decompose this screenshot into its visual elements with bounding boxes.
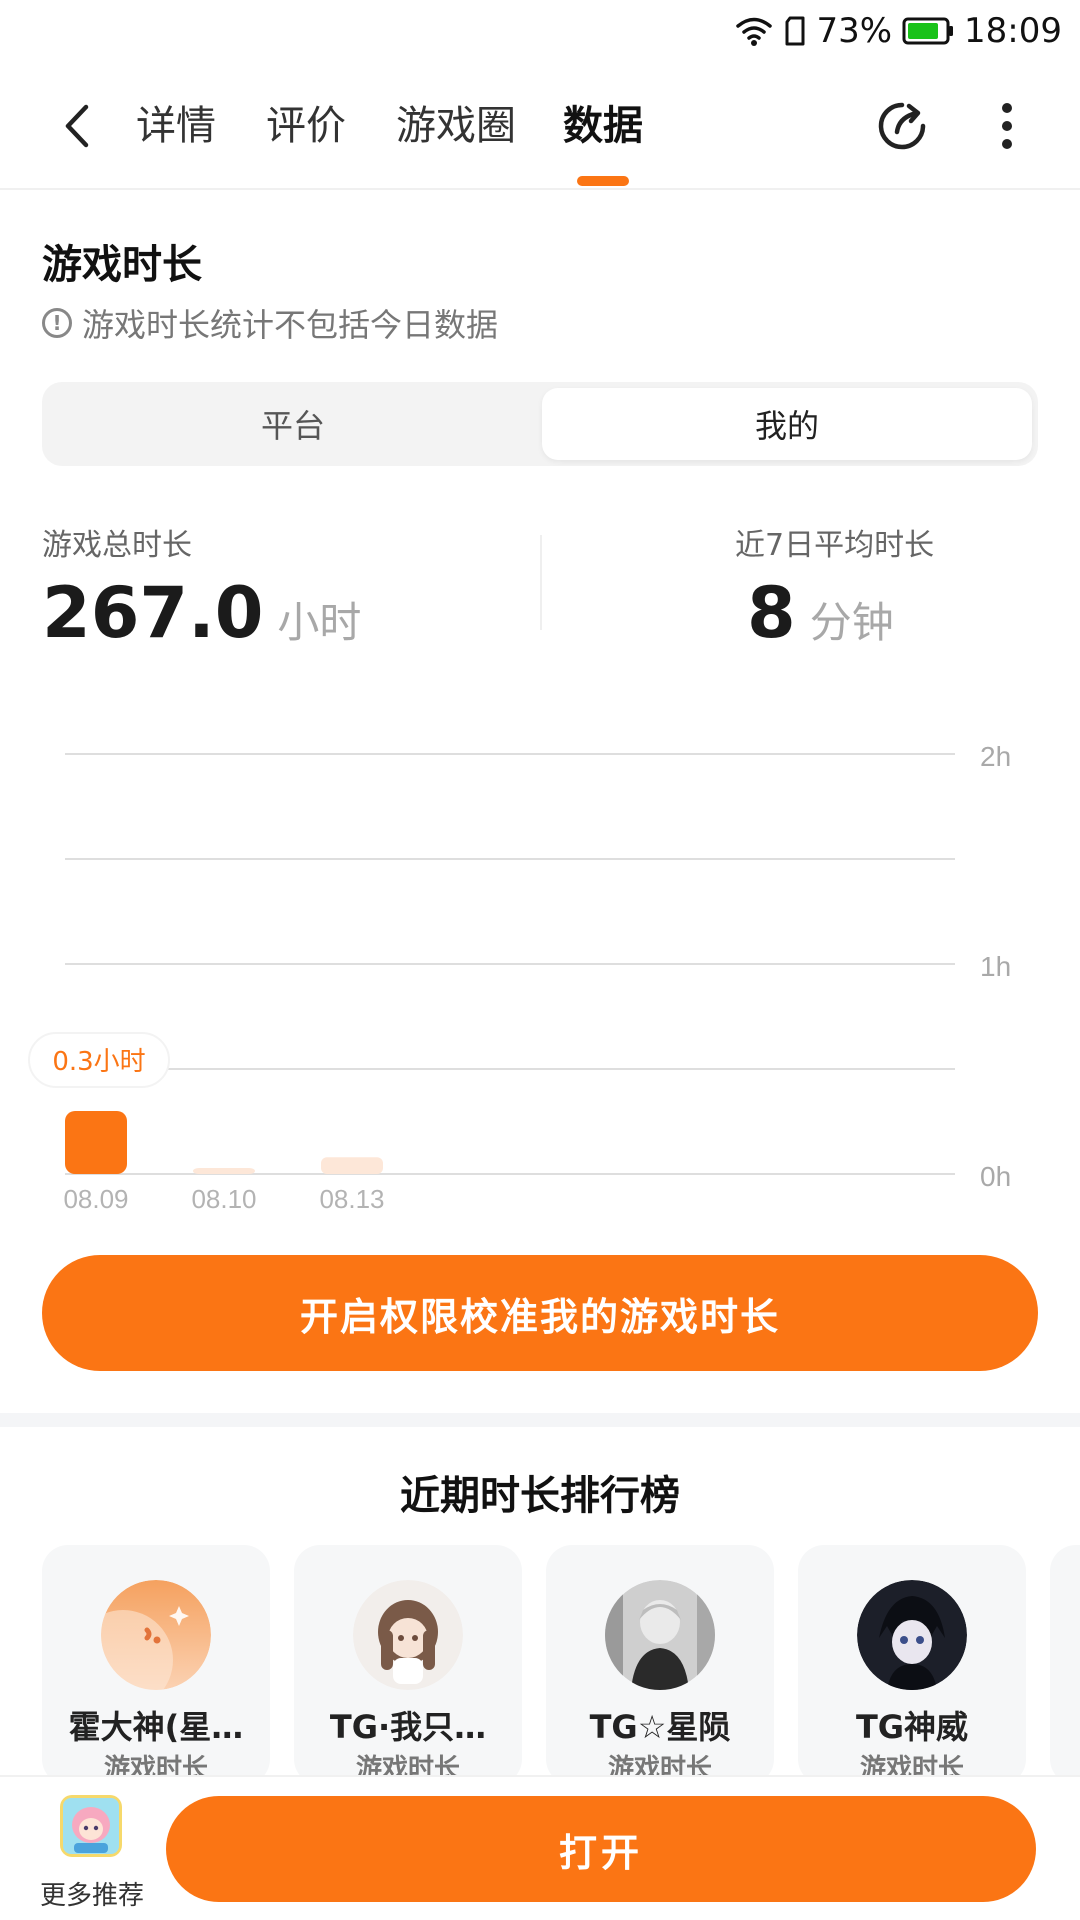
ranking-sub: 游戏时长 [355, 1754, 460, 1775]
share-button[interactable] [874, 94, 930, 158]
section-title: 游戏时长 [42, 242, 202, 288]
top-nav: 详情 评价 游戏圈 数据 [0, 62, 1080, 190]
more-recommendations-label: 更多推荐 [39, 1881, 144, 1911]
info-icon: ! [42, 308, 72, 338]
playtime-chart: 0h 1h 2h 08.09 08.10 08.13 0.3小时 [28, 741, 1011, 1214]
ranking-card[interactable]: 霍大神(星… 游戏时长 [42, 1545, 270, 1775]
chart-bar [193, 1168, 255, 1174]
bottom-bar: 更多推荐 打开 [0, 1775, 1080, 1920]
status-bar: 73% 18:09 [0, 0, 1080, 62]
chart-bar [321, 1157, 383, 1174]
x-tick-label: 08.13 [319, 1184, 384, 1214]
avatar [101, 1580, 211, 1690]
avg-time: 8 分钟 [747, 572, 894, 654]
ranking-sub: 游戏时长 [607, 1754, 712, 1775]
tab-details[interactable]: 详情 [136, 98, 216, 154]
x-tick-label: 08.09 [63, 1184, 128, 1214]
ranking-sub: 游戏时长 [859, 1754, 964, 1775]
calibrate-permission-button[interactable]: 开启权限校准我的游戏时长 [42, 1255, 1038, 1371]
avg-time-value: 8 [747, 572, 796, 654]
total-time: 267.0 小时 [42, 572, 361, 654]
notice-text: 游戏时长统计不包括今日数据 [82, 306, 499, 344]
chevron-left-icon [65, 104, 89, 148]
notice: ! 游戏时长统计不包括今日数据 [42, 300, 498, 346]
tab-data[interactable]: 数据 [563, 98, 643, 154]
toggle-platform[interactable]: 平台 [48, 388, 538, 460]
sim-card-icon [784, 16, 806, 46]
more-vertical-icon [1002, 103, 1012, 149]
open-button[interactable]: 打开 [166, 1796, 1036, 1902]
x-tick-label: 08.10 [191, 1184, 256, 1214]
more-recommendations[interactable]: 更多推荐 [30, 1795, 150, 1915]
wifi-icon [734, 15, 774, 47]
section-separator [0, 1413, 1080, 1427]
ranking-card[interactable]: TG神威 游戏时长 [798, 1545, 1026, 1775]
avatar [605, 1580, 715, 1690]
ranking-name: TG·我只… [329, 1708, 487, 1746]
ranking-card[interactable]: TG·我只… 游戏时长 [294, 1545, 522, 1775]
y-tick-label: 1h [980, 951, 1011, 982]
back-button[interactable] [52, 98, 102, 154]
chart-bar [65, 1111, 127, 1174]
ranking-list: 霍大神(星… 游戏时长 TG·我只… 游戏时长 TG☆星陨 游戏时长 TG神威 … [42, 1545, 1080, 1775]
tab-reviews[interactable]: 评价 [266, 98, 346, 154]
total-time-unit: 小时 [277, 598, 362, 647]
battery-percent: 73% [816, 11, 893, 51]
ranking-name: 霍大神(星… [68, 1708, 244, 1746]
avg-time-unit: 分钟 [809, 598, 894, 647]
ranking-card[interactable]: TG☆星陨 游戏时长 [546, 1545, 774, 1775]
battery-icon [902, 17, 954, 45]
ranking-sub: 游戏时长 [103, 1754, 208, 1775]
ranking-card[interactable] [1050, 1545, 1080, 1775]
more-options-button[interactable] [990, 94, 1024, 158]
clock: 18:09 [964, 11, 1062, 51]
game-icon [60, 1795, 122, 1857]
active-tab-indicator [577, 176, 629, 186]
avatar [353, 1580, 463, 1690]
ranking-name: TG神威 [855, 1708, 969, 1746]
tab-game-circle[interactable]: 游戏圈 [396, 98, 516, 154]
ranking-title: 近期时长排行榜 [400, 1473, 680, 1519]
chart-tooltip-label: 0.3小时 [52, 1047, 145, 1077]
y-tick-label: 2h [980, 741, 1011, 772]
toggle-mine[interactable]: 我的 [542, 388, 1032, 460]
ranking-name: TG☆星陨 [589, 1708, 731, 1746]
scope-toggle: 平台 我的 [42, 382, 1038, 466]
y-tick-label: 0h [980, 1161, 1011, 1192]
total-time-value: 267.0 [42, 572, 264, 654]
stat-divider [540, 535, 542, 630]
avatar [857, 1580, 967, 1690]
share-icon [878, 102, 926, 150]
total-time-label: 游戏总时长 [42, 528, 192, 563]
avg-time-label: 近7日平均时长 [735, 528, 935, 563]
